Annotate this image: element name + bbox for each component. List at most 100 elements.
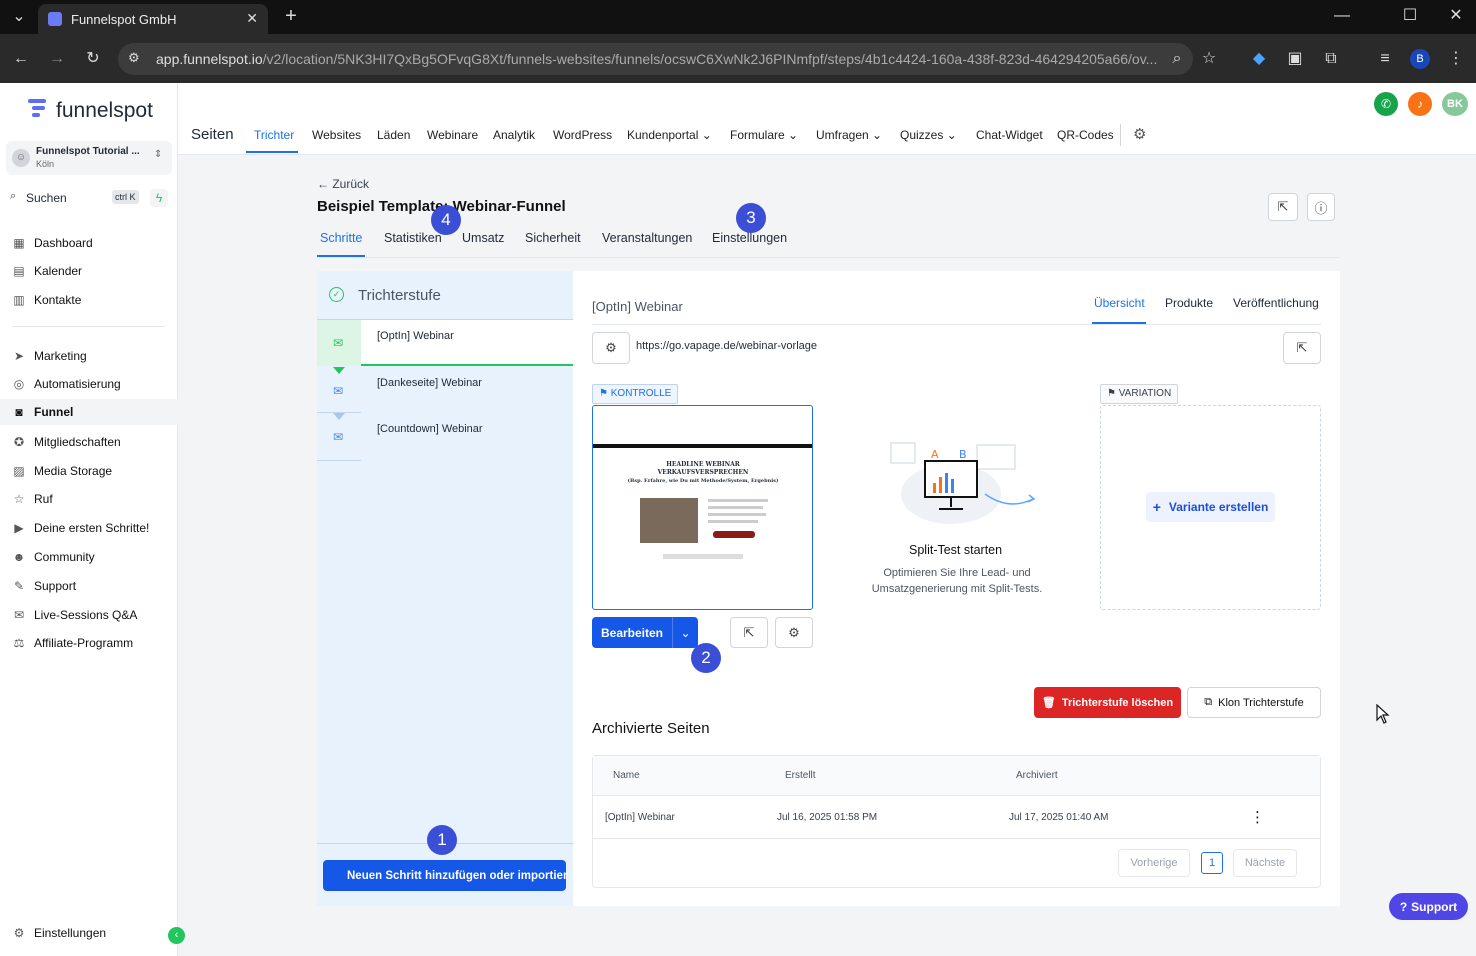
preview-open-button[interactable]: ⇱ (730, 617, 768, 648)
extensions-puzzle-icon[interactable]: ⧉ (1319, 47, 1343, 71)
forward-icon[interactable]: → (45, 47, 69, 71)
url-input[interactable]: ⚙ app.funnelspot.io/v2/location/5NK3HI7Q… (118, 43, 1193, 75)
sidebar-item-kontakte[interactable]: ▥ Kontakte (12, 287, 178, 313)
sidebar-item-media-storage[interactable]: ▨ Media Storage (12, 458, 178, 484)
browser-menu-icon[interactable]: ⋮ (1444, 47, 1468, 71)
back-link[interactable]: ← Zurück (317, 177, 369, 191)
pagination-next-button[interactable]: Nächste (1233, 849, 1297, 877)
tab-schritte[interactable]: Schritte (320, 231, 362, 245)
user-avatar[interactable]: BK (1442, 92, 1468, 116)
add-step-button[interactable]: Neuen Schritt hinzufügen oder importiere… (323, 860, 566, 891)
bookmark-star-icon[interactable]: ☆ (1197, 47, 1221, 71)
sidebar-item-live-sessions[interactable]: ✉ Live-Sessions Q&A (12, 602, 178, 628)
delete-step-button[interactable]: 🗑 Trichterstufe löschen (1034, 687, 1181, 718)
tab-veranstaltungen[interactable]: Veranstaltungen (602, 231, 692, 245)
maximize-icon[interactable]: ☐ (1398, 4, 1422, 28)
tab-formulare[interactable]: Formulare ⌄ (730, 128, 798, 142)
open-external-button[interactable]: ⇱ (1268, 193, 1298, 221)
pagination-prev-button[interactable]: Vorherige (1118, 849, 1190, 877)
tab-einstellungen[interactable]: Einstellungen (712, 231, 787, 245)
variation-badge: ⚑ VARIATION (1100, 384, 1179, 404)
search-button[interactable]: ⌕ Suchen ctrl K (6, 187, 142, 209)
mouse-cursor-icon (1376, 704, 1390, 724)
sidebar-item-funnel[interactable]: ◙ Funnel (0, 399, 178, 425)
notification-bell-icon[interactable]: ♪ (1408, 92, 1432, 116)
step-url[interactable]: https://go.vapage.de/webinar-vorlage (636, 340, 817, 352)
tab-close-icon[interactable]: ✕ (246, 10, 258, 27)
tab-sicherheit[interactable]: Sicherheit (525, 231, 581, 245)
tab-quizzes[interactable]: Quizzes ⌄ (900, 128, 957, 142)
mail-icon: ✉ (333, 430, 344, 444)
info-button[interactable]: ⓘ (1307, 193, 1335, 221)
tab-veroeffentlichung[interactable]: Veröffentlichung (1233, 296, 1319, 310)
clone-step-button[interactable]: ⧉ Klon Trichterstufe (1187, 687, 1321, 718)
tab-qr-codes[interactable]: QR-Codes (1057, 128, 1114, 142)
tab-chat-widget[interactable]: Chat-Widget (976, 128, 1043, 142)
chevron-down-icon: ⌄ (872, 128, 883, 142)
pagination-page-1[interactable]: 1 (1201, 852, 1223, 874)
phone-icon[interactable]: ✆ (1374, 92, 1398, 116)
sidebar-item-dashboard[interactable]: ▦ Dashboard (12, 230, 178, 256)
profile-avatar[interactable]: B (1410, 49, 1430, 69)
quick-action-bolt-icon[interactable]: ϟ (150, 189, 168, 207)
tab-websites[interactable]: Websites (312, 128, 361, 142)
tab-kundenportal[interactable]: Kundenportal ⌄ (627, 128, 712, 142)
sidebar-item-einstellungen[interactable]: ⚙ Einstellungen (12, 920, 178, 946)
cell-name: [OptIn] Webinar (605, 812, 675, 823)
window-close-icon[interactable]: ✕ (1444, 4, 1468, 28)
tab-umsatz[interactable]: Umsatz (462, 231, 504, 245)
sidebar-item-affiliate[interactable]: ⚖ Affiliate-Programm (12, 630, 178, 656)
tab-search-icon[interactable]: ⌄ (7, 5, 31, 29)
new-tab-icon[interactable]: + (279, 4, 303, 28)
step-item-dankeseite[interactable]: ✉ [Dankeseite] Webinar (317, 368, 573, 414)
sidebar-item-mitgliedschaften[interactable]: ✪ Mitgliedschaften (12, 429, 178, 455)
minimize-icon[interactable]: — (1330, 4, 1354, 28)
chevron-down-icon: ⌄ (788, 128, 799, 142)
sidebar-item-marketing[interactable]: ➤ Marketing (12, 343, 178, 369)
tab-produkte[interactable]: Produkte (1165, 296, 1213, 310)
control-page-preview[interactable]: HEADLINE WEBINAR VERKAUFSVERSPRECHEN (Bs… (592, 405, 813, 610)
funnelspot-logo-icon (28, 99, 48, 121)
back-icon[interactable]: ← (9, 47, 33, 71)
sidebar-item-community[interactable]: ☻ Community (12, 544, 178, 570)
edit-dropdown-button[interactable]: ⌄ (672, 617, 698, 648)
extension-icon[interactable]: ◆ (1247, 47, 1271, 71)
affiliate-icon: ⚖ (13, 636, 25, 650)
tab-laeden[interactable]: Läden (377, 128, 410, 142)
table-row: [OptIn] Webinar Jul 16, 2025 01:58 PM Ju… (593, 796, 1320, 839)
account-switcher[interactable]: ☺ Funnelspot Tutorial ... Köln ⇕ (6, 141, 172, 175)
sidebar-item-kalender[interactable]: ▤ Kalender (12, 258, 178, 284)
flag-icon: ⚑ (599, 388, 608, 399)
open-url-button[interactable]: ⇱ (1283, 332, 1321, 364)
play-icon: ▶ (14, 521, 24, 535)
tab-wordpress[interactable]: WordPress (553, 128, 612, 142)
create-variant-button[interactable]: + Variante erstellen (1146, 492, 1275, 522)
nav-settings-gear-icon[interactable]: ⚙ (1133, 125, 1146, 143)
devtools-extension-icon[interactable]: ▣ (1283, 47, 1307, 71)
step-item-optin[interactable]: ✉ [OptIn] Webinar (317, 320, 573, 366)
preview-text-line (708, 499, 768, 502)
edit-button[interactable]: Bearbeiten (592, 617, 672, 648)
sidebar-item-automatisierung[interactable]: ◎ Automatisierung (12, 371, 178, 397)
site-info-icon[interactable]: ⚙ (128, 50, 140, 66)
support-chat-button[interactable]: ? Support (1389, 893, 1468, 920)
tab-analytik[interactable]: Analytik (493, 128, 535, 142)
row-menu-kebab-icon[interactable]: ⋮ (1250, 808, 1265, 826)
sidebar-item-ruf[interactable]: ☆ Ruf (12, 486, 178, 512)
split-test-description: Optimieren Sie Ihre Lead- und Umsatzgene… (871, 567, 1043, 595)
media-control-icon[interactable]: ≡ (1373, 47, 1397, 71)
sidebar-item-support[interactable]: ✎ Support (12, 573, 178, 599)
collapse-sidebar-icon[interactable]: ‹ (168, 927, 185, 944)
zoom-icon[interactable]: ⌕ (1165, 47, 1189, 71)
sidebar-item-erste-schritte[interactable]: ▶ Deine ersten Schritte! (12, 515, 178, 541)
tab-umfragen[interactable]: Umfragen ⌄ (816, 128, 882, 142)
tab-trichter[interactable]: Trichter (254, 128, 294, 142)
reload-icon[interactable]: ↻ (81, 47, 105, 71)
tab-uebersicht[interactable]: Übersicht (1094, 296, 1145, 310)
tab-webinare[interactable]: Webinare (427, 128, 478, 142)
browser-tab[interactable]: Funnelspot GmbH ✕ (38, 4, 268, 34)
url-settings-button[interactable]: ⚙ (592, 332, 630, 364)
page-settings-button[interactable]: ⚙ (775, 617, 813, 648)
tab-statistiken[interactable]: Statistiken (384, 231, 442, 245)
step-item-countdown[interactable]: ✉ [Countdown] Webinar (317, 414, 573, 460)
